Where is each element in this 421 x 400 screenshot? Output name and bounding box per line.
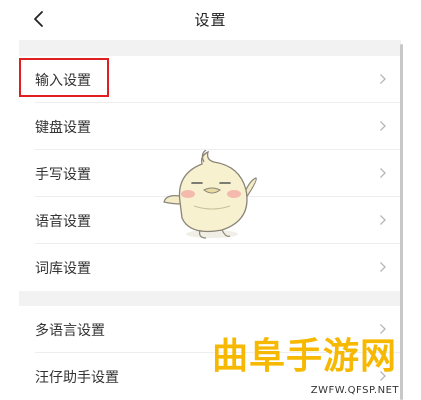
chevron-right-icon [380, 121, 386, 131]
settings-item-label: 多语言设置 [35, 323, 105, 339]
settings-item-multilanguage[interactable]: 多语言设置 [19, 306, 401, 353]
chevron-right-icon [380, 215, 386, 225]
scrollbar[interactable] [400, 44, 403, 400]
page-title: 设置 [194, 11, 227, 29]
settings-item-label: 手写设置 [35, 167, 91, 183]
settings-group-2: 多语言设置 汪仔助手设置 [19, 306, 401, 400]
chevron-right-icon [380, 74, 386, 84]
chevron-right-icon [380, 324, 386, 334]
top-bar: 设置 [0, 0, 421, 40]
settings-item-dictionary[interactable]: 词库设置 [19, 244, 401, 291]
settings-item-label: 词库设置 [35, 261, 91, 277]
settings-item-label: 汪仔助手设置 [35, 370, 119, 386]
mascot-illustration [163, 150, 257, 239]
settings-item-label: 输入设置 [35, 73, 91, 89]
settings-item-label: 语音设置 [35, 214, 91, 230]
section-gap [19, 40, 401, 56]
settings-item-keyboard[interactable]: 键盘设置 [19, 103, 401, 150]
chevron-right-icon [380, 371, 386, 381]
chevron-right-icon [380, 262, 386, 272]
section-gap [19, 291, 401, 306]
chevron-right-icon [380, 168, 386, 178]
settings-item-label: 键盘设置 [35, 120, 91, 136]
settings-item-input[interactable]: 输入设置 [19, 56, 401, 103]
settings-item-assistant[interactable]: 汪仔助手设置 [19, 353, 401, 400]
